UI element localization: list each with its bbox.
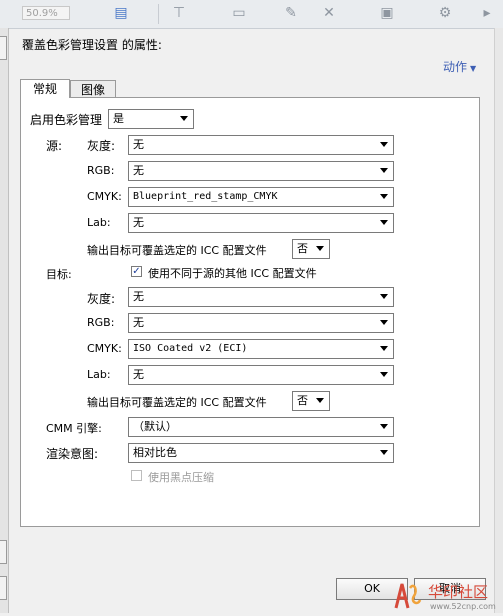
chevron-down-icon bbox=[316, 246, 324, 251]
page-icon[interactable]: ▤ bbox=[112, 4, 130, 22]
toolbar-separator bbox=[158, 4, 159, 24]
chevron-down-icon bbox=[380, 168, 388, 173]
use-other-profile-checkbox[interactable]: ✓ bbox=[131, 266, 142, 277]
target-lab-label: Lab: bbox=[87, 368, 111, 381]
chevron-down-icon bbox=[380, 220, 388, 225]
target-rgb-label: RGB: bbox=[87, 316, 115, 329]
panel-title: 覆盖色彩管理设置 的属性: bbox=[22, 38, 162, 52]
target-lab-select[interactable]: 无 bbox=[128, 365, 394, 385]
settings-icon[interactable]: ⚙ bbox=[436, 4, 454, 22]
target-cmyk-label: CMYK: bbox=[87, 342, 122, 355]
cmm-value: （默认） bbox=[133, 420, 177, 433]
target-lab-value: 无 bbox=[133, 368, 144, 381]
zoom-field[interactable]: 50.9% bbox=[22, 6, 70, 20]
intent-value: 相对比色 bbox=[133, 446, 177, 459]
target-gray-value: 无 bbox=[133, 290, 144, 303]
target-label: 目标: bbox=[46, 268, 72, 281]
watermark-svg: 华印社区 www.52cnp.com bbox=[394, 583, 496, 611]
chevron-down-icon bbox=[380, 294, 388, 299]
chevron-down-icon bbox=[380, 450, 388, 455]
toolbar: 50.9% ▤ ⊤ ▭ ✎ ✕ ▣ ⚙ ▸ bbox=[0, 0, 503, 29]
source-gray-value: 无 bbox=[133, 138, 144, 151]
target-rgb-select[interactable]: 无 bbox=[128, 313, 394, 333]
svg-text:www.52cnp.com: www.52cnp.com bbox=[430, 602, 496, 611]
source-cmyk-select[interactable]: Blueprint_red_stamp_CMYK bbox=[128, 187, 394, 207]
tab-image[interactable]: 图像 bbox=[70, 80, 116, 98]
enable-cm-select[interactable]: 是 bbox=[108, 109, 194, 129]
source-lab-value: 无 bbox=[133, 216, 144, 229]
left-edge-button[interactable] bbox=[0, 576, 7, 600]
target-override-value: 否 bbox=[297, 394, 308, 407]
source-cmyk-label: CMYK: bbox=[87, 190, 122, 203]
source-rgb-value: 无 bbox=[133, 164, 144, 177]
comment-icon[interactable]: ▭ bbox=[230, 4, 248, 22]
intent-select[interactable]: 相对比色 bbox=[128, 443, 394, 463]
chevron-down-icon bbox=[316, 398, 324, 403]
pen-icon[interactable]: ✎ bbox=[282, 4, 300, 22]
black-point-label: 使用黑点压缩 bbox=[148, 471, 214, 484]
chevron-down-icon bbox=[380, 142, 388, 147]
source-rgb-select[interactable]: 无 bbox=[128, 161, 394, 181]
stamp-icon[interactable]: ⊤ bbox=[170, 4, 188, 22]
target-override-select[interactable]: 否 bbox=[292, 391, 330, 411]
source-gray-label: 灰度: bbox=[87, 139, 116, 153]
more-icon[interactable]: ▸ bbox=[478, 4, 496, 22]
left-edge-button[interactable] bbox=[0, 540, 7, 564]
source-label: 源: bbox=[46, 139, 63, 153]
close-icon[interactable]: ✕ bbox=[320, 4, 338, 22]
target-rgb-value: 无 bbox=[133, 316, 144, 329]
watermark-logo: 华印社区 www.52cnp.com bbox=[388, 578, 503, 613]
left-edge-button[interactable] bbox=[0, 36, 7, 60]
target-gray-select[interactable]: 无 bbox=[128, 287, 394, 307]
chevron-down-icon bbox=[380, 372, 388, 377]
actions-menu[interactable]: 动作 ▼ bbox=[443, 58, 476, 75]
chevron-down-icon bbox=[380, 194, 388, 199]
target-gray-label: 灰度: bbox=[87, 292, 116, 306]
svg-text:华印社区: 华印社区 bbox=[428, 583, 488, 601]
left-panel-edge bbox=[0, 28, 9, 613]
use-other-profile-label: 使用不同于源的其他 ICC 配置文件 bbox=[148, 267, 317, 280]
black-point-checkbox[interactable] bbox=[131, 470, 142, 481]
source-gray-select[interactable]: 无 bbox=[128, 135, 394, 155]
source-lab-label: Lab: bbox=[87, 216, 111, 229]
target-cmyk-select[interactable]: ISO Coated v2 (ECI) bbox=[128, 339, 394, 359]
target-override-label: 输出目标可覆盖选定的 ICC 配置文件 bbox=[87, 396, 267, 409]
tab-general[interactable]: 常规 bbox=[20, 79, 70, 98]
source-rgb-label: RGB: bbox=[87, 164, 115, 177]
vertical-scrollbar[interactable] bbox=[494, 28, 503, 613]
chevron-down-icon: ▼ bbox=[470, 64, 477, 73]
target-cmyk-value: ISO Coated v2 (ECI) bbox=[133, 343, 248, 354]
actions-label[interactable]: 动作 bbox=[443, 60, 467, 74]
intent-label: 渲染意图: bbox=[46, 447, 99, 461]
source-lab-select[interactable]: 无 bbox=[128, 213, 394, 233]
enable-cm-value: 是 bbox=[113, 112, 124, 125]
chevron-down-icon bbox=[380, 346, 388, 351]
cmm-label: CMM 引擎: bbox=[46, 422, 102, 435]
source-override-label: 输出目标可覆盖选定的 ICC 配置文件 bbox=[87, 244, 267, 257]
folder-icon[interactable]: ▣ bbox=[378, 4, 396, 22]
source-override-select[interactable]: 否 bbox=[292, 239, 330, 259]
source-cmyk-value: Blueprint_red_stamp_CMYK bbox=[133, 191, 278, 202]
cmm-select[interactable]: （默认） bbox=[128, 417, 394, 437]
chevron-down-icon bbox=[180, 116, 188, 121]
chevron-down-icon bbox=[380, 320, 388, 325]
chevron-down-icon bbox=[380, 424, 388, 429]
source-override-value: 否 bbox=[297, 242, 308, 255]
enable-cm-label: 启用色彩管理 bbox=[30, 113, 103, 127]
